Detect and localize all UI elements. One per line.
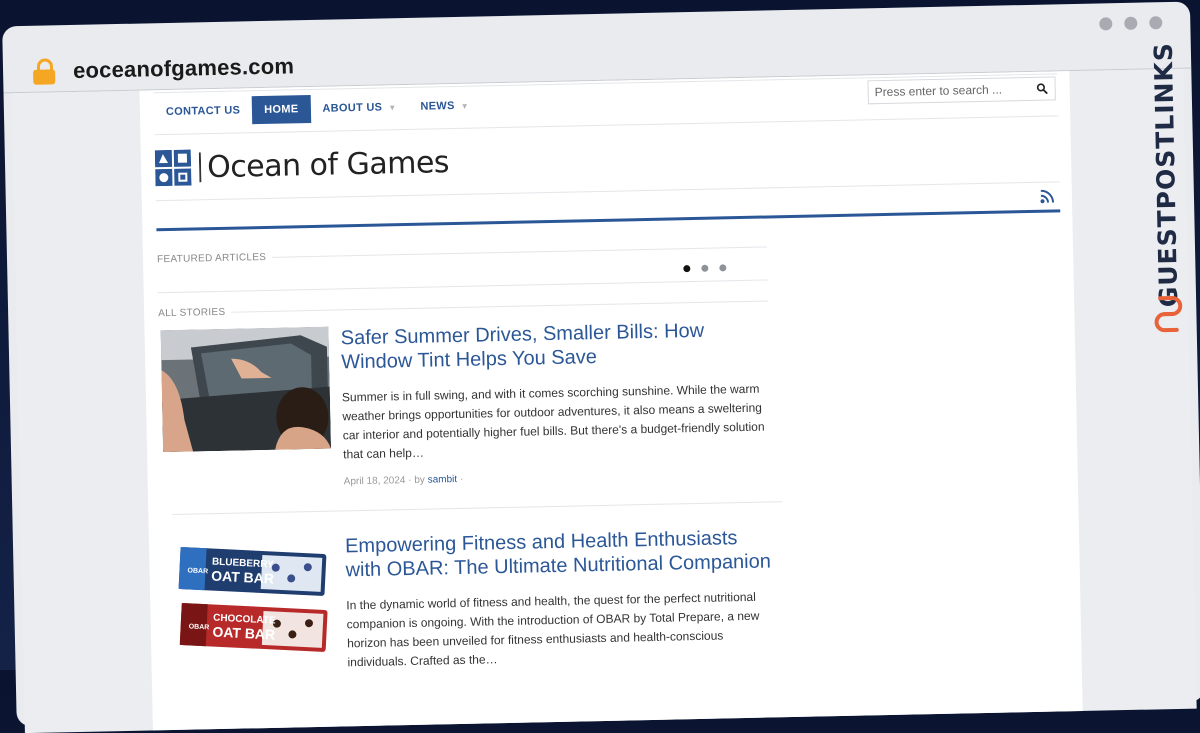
all-stories-label: ALL STORIES	[158, 295, 768, 319]
slider-dot-3[interactable]	[719, 264, 727, 272]
window-dot[interactable]	[1099, 17, 1113, 31]
search-icon[interactable]	[1035, 81, 1048, 97]
nav-item-home[interactable]: HOME	[251, 95, 311, 125]
slider-dot-1[interactable]	[683, 265, 691, 273]
address-bar[interactable]: eoceanofgames.com	[33, 48, 295, 89]
article-item: OBAR BLUEBERRY OAT BAR OBAR CHOCOLATE OA…	[163, 525, 775, 669]
viewport: CONTACT US HOME ABOUT US ▼ NEWS ▼ Press …	[11, 68, 1197, 733]
watermark-text: GUESTPOSTLINKS	[1148, 41, 1184, 308]
article-title[interactable]: Empowering Fitness and Health Enthusiast…	[345, 525, 776, 582]
logo-separator	[198, 152, 202, 183]
article-excerpt: Summer is in full swing, and with it com…	[341, 381, 765, 462]
web-page: CONTACT US HOME ABOUT US ▼ NEWS ▼ Press …	[139, 71, 1083, 731]
search-box[interactable]	[867, 76, 1056, 105]
logo-rule	[155, 181, 1060, 202]
window-dot[interactable]	[1149, 16, 1163, 30]
site-logo[interactable]: Ocean of Games	[154, 144, 450, 187]
article-body: Empowering Fitness and Health Enthusiast…	[345, 525, 778, 672]
article-thumbnail[interactable]	[160, 326, 332, 453]
article-title[interactable]: Safer Summer Drives, Smaller Bills: How …	[340, 317, 771, 374]
lock-icon	[33, 58, 56, 85]
article-body: Safer Summer Drives, Smaller Bills: How …	[340, 317, 774, 488]
header-accent-bar	[156, 209, 1061, 232]
nav-item-news[interactable]: NEWS ▼	[408, 91, 481, 121]
featured-articles-label: FEATURED ARTICLES	[157, 241, 767, 265]
logo-mark-icon	[154, 149, 192, 187]
oat-bar-photo: OBAR BLUEBERRY OAT BAR OBAR CHOCOLATE OA…	[164, 534, 336, 669]
author-link[interactable]: sambit	[428, 474, 458, 486]
pager-rule	[157, 279, 768, 294]
bar-name: OAT BAR	[212, 624, 275, 643]
window-tint-photo	[160, 326, 332, 453]
article-excerpt: In the dynamic world of fitness and heal…	[346, 589, 760, 670]
watermark-band: GUESTPOSTLINKS	[1135, 42, 1198, 363]
chevron-down-icon: ▼	[460, 101, 469, 111]
nav-item-contact-us[interactable]: CONTACT US	[154, 96, 253, 126]
window-controls	[1099, 16, 1163, 31]
article-item: Safer Summer Drives, Smaller Bills: How …	[159, 317, 771, 487]
slider-pager	[683, 264, 727, 273]
slider-dot-2[interactable]	[701, 264, 709, 272]
search-input[interactable]	[868, 78, 1036, 103]
article-meta: April 18, 2024 · by sambit ·	[343, 467, 774, 488]
site-name: Ocean of Games	[206, 144, 450, 185]
bar-brand: OBAR	[188, 623, 209, 631]
meta-trail: ·	[459, 473, 464, 485]
bar-brand: OBAR	[187, 567, 208, 575]
article-date: April 18, 2024 · by	[343, 474, 426, 488]
browser-window: eoceanofgames.com CONTACT US HOME ABOUT …	[2, 1, 1200, 733]
nav-item-about-us[interactable]: ABOUT US ▼	[310, 93, 409, 123]
main-nav: CONTACT US HOME ABOUT US ▼ NEWS ▼	[154, 91, 481, 126]
rss-icon[interactable]	[1040, 189, 1055, 204]
link-chain-icon	[1154, 295, 1183, 333]
chevron-down-icon: ▼	[388, 102, 397, 112]
bar-name: OAT BAR	[211, 568, 274, 587]
window-dot[interactable]	[1124, 16, 1138, 30]
article-thumbnail[interactable]: OBAR BLUEBERRY OAT BAR OBAR CHOCOLATE OA…	[164, 534, 336, 669]
article-separator	[172, 501, 783, 515]
url-text[interactable]: eoceanofgames.com	[73, 53, 295, 84]
